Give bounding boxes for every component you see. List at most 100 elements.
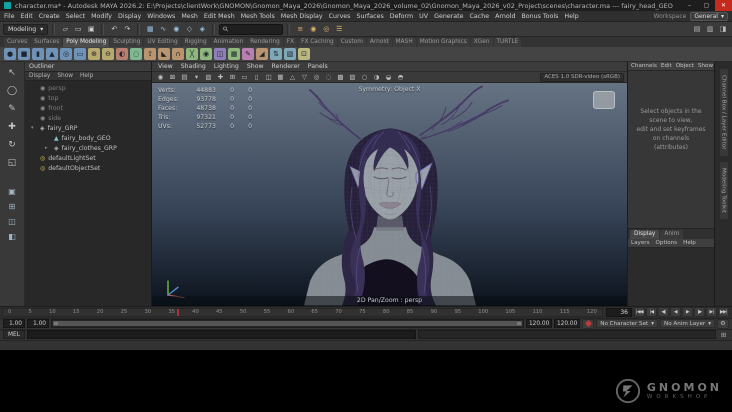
viewport-menu-item[interactable]: Lighting [214, 63, 239, 70]
menu-item[interactable]: Cache [469, 13, 489, 20]
poly-sphere-icon[interactable]: ● [4, 48, 16, 60]
step-back-frame-button[interactable]: |◀ [646, 307, 657, 317]
shelf-tab[interactable]: Poly Modeling [63, 38, 110, 47]
current-frame-marker[interactable] [176, 308, 179, 316]
channel-box-menu-item[interactable]: Edit [661, 63, 672, 69]
save-scene-icon[interactable]: ▣ [85, 23, 97, 35]
poly-cylinder-icon[interactable]: ▮ [32, 48, 44, 60]
redo-icon[interactable]: ↷ [121, 23, 133, 35]
range-slider-bar[interactable] [53, 321, 523, 326]
crease-icon[interactable]: ◢ [256, 48, 268, 60]
open-scene-icon[interactable]: ▭ [72, 23, 84, 35]
field-chart-icon[interactable]: ▦ [275, 72, 286, 82]
gate-mask-icon[interactable]: ◫ [263, 72, 274, 82]
poly-cone-icon[interactable]: ▲ [46, 48, 58, 60]
play-backwards-button[interactable]: ◀ [670, 307, 681, 317]
outliner-item[interactable]: ◉ persp [25, 83, 151, 93]
poly-torus-icon[interactable]: ◎ [60, 48, 72, 60]
layer-editor-menu-item[interactable]: Layers [631, 240, 650, 246]
attribute-editor-toggle-icon[interactable]: ▥ [704, 23, 716, 35]
separate-icon[interactable]: ⊖ [102, 48, 114, 60]
uv-editor-icon[interactable]: ▧ [284, 48, 296, 60]
menu-item[interactable]: Bonus Tools [521, 13, 558, 20]
sidebar-vertical-tab[interactable]: Channel Box / Layer Editor [718, 68, 729, 157]
ipr-render-icon[interactable]: ◎ [320, 23, 332, 35]
channel-box-toggle-icon[interactable]: ▤ [691, 23, 703, 35]
menu-item[interactable]: Modify [91, 13, 112, 20]
status-separator[interactable] [137, 23, 141, 35]
range-slider[interactable] [51, 319, 525, 328]
menu-item[interactable]: Curves [329, 13, 351, 20]
step-forward-frame-button[interactable]: ▶| [706, 307, 717, 317]
animation-start-field[interactable]: 1.00 [3, 319, 25, 328]
status-separator[interactable] [212, 23, 216, 35]
mirror-icon[interactable]: ◫ [214, 48, 226, 60]
color-transform-dropdown[interactable]: ACES 1.0 SDR-video (sRGB) [540, 72, 624, 82]
play-forwards-button[interactable]: ▶ [682, 307, 693, 317]
shelf-tab[interactable]: Motion Graphics [416, 38, 470, 47]
film-gate-icon[interactable]: ▭ [239, 72, 250, 82]
poly-plane-icon[interactable]: ▭ [74, 48, 86, 60]
channel-box-menu-item[interactable]: Show [698, 63, 713, 69]
workspace-dropdown[interactable]: General ▾ [690, 12, 728, 21]
shelf-tab[interactable]: XGen [470, 38, 493, 47]
move-tool-icon[interactable]: ✚ [4, 119, 21, 135]
menu-set-dropdown[interactable]: Modeling ▾ [3, 23, 49, 35]
shelf-tab[interactable]: Arnold [366, 38, 392, 47]
target-weld-icon[interactable]: ◉ [200, 48, 212, 60]
isolate-select-icon[interactable]: ◎ [311, 72, 322, 82]
script-editor-icon[interactable]: ⊞ [718, 330, 729, 340]
xray-icon[interactable]: ◌ [323, 72, 334, 82]
shelf-tab[interactable]: Curves [4, 38, 31, 47]
outliner-item[interactable]: ◉ top [25, 93, 151, 103]
viewport-corner-widget[interactable] [593, 91, 615, 109]
menu-item[interactable]: Help [564, 13, 578, 20]
snap-to-point-icon[interactable]: ◉ [170, 23, 182, 35]
lighting-icon[interactable]: ○ [359, 72, 370, 82]
resolution-gate-icon[interactable]: ▯ [251, 72, 262, 82]
animation-end-field[interactable]: 120.00 [554, 319, 581, 328]
menu-item[interactable]: Edit Mesh [204, 13, 235, 20]
construction-history-icon[interactable]: ≡ [294, 23, 306, 35]
layer-editor-menu-item[interactable]: Options [656, 240, 678, 246]
shadows-icon[interactable]: ◑ [371, 72, 382, 82]
sculpt-tool-icon[interactable]: ✎ [242, 48, 254, 60]
menu-item[interactable]: Generate [434, 13, 463, 20]
camera-attributes-icon[interactable]: ▤ [179, 72, 190, 82]
safe-action-icon[interactable]: △ [287, 72, 298, 82]
shelf-tab[interactable]: Custom [337, 38, 366, 47]
menu-item[interactable]: Arnold [495, 13, 515, 20]
viewport-menu-item[interactable]: Panels [308, 63, 328, 70]
outliner-item[interactable]: ◉ side [25, 113, 151, 123]
anim-layer-dropdown[interactable]: No Anim Layer ▾ [660, 319, 715, 328]
outliner-menu-item[interactable]: Display [29, 73, 50, 79]
bevel-icon[interactable]: ◣ [158, 48, 170, 60]
snap-to-grid-icon[interactable]: ▦ [144, 23, 156, 35]
normals-icon[interactable]: ⇅ [270, 48, 282, 60]
select-camera-icon[interactable]: ◉ [155, 72, 166, 82]
menu-item[interactable]: UV [419, 13, 428, 20]
viewport-menu-item[interactable]: Show [247, 63, 264, 70]
auto-key-button[interactable] [582, 318, 595, 329]
extrude-icon[interactable]: ⇧ [144, 48, 156, 60]
range-handle-right[interactable] [517, 322, 522, 325]
shelf-tab[interactable]: FX [283, 38, 298, 47]
sidebar-vertical-tab[interactable]: Modeling Toolkit [718, 160, 729, 220]
outliner-item[interactable]: ▸ ◈ fairy_clothes_GRP [25, 143, 151, 153]
layer-editor-tab[interactable]: Anim [660, 229, 684, 239]
viewport-menu-item[interactable]: Renderer [272, 63, 300, 70]
search-input[interactable] [231, 25, 280, 33]
go-to-start-button[interactable]: |◀◀ [634, 307, 645, 317]
step-forward-key-button[interactable]: |▶ [694, 307, 705, 317]
boolean-icon[interactable]: ◐ [116, 48, 128, 60]
layer-list[interactable] [628, 247, 714, 306]
command-feedback[interactable] [417, 330, 716, 339]
outliner-item[interactable]: ◎ defaultLightSet [25, 153, 151, 163]
center-pivot-icon[interactable]: ⊡ [298, 48, 310, 60]
outliner-menu-item[interactable]: Show [57, 73, 73, 79]
playback-options-button[interactable]: ⚙ [717, 318, 729, 329]
tool-settings-toggle-icon[interactable]: ◨ [717, 23, 729, 35]
combine-icon[interactable]: ⊕ [88, 48, 100, 60]
quad-draw-icon[interactable]: ▦ [228, 48, 240, 60]
shelf-tab[interactable]: FX Caching [298, 38, 337, 47]
